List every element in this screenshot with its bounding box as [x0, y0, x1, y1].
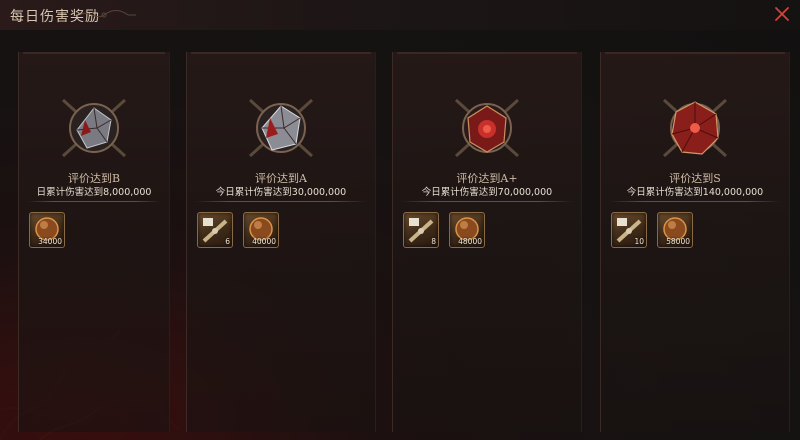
item-quantity: 34000 [38, 237, 62, 246]
crystal-emblem-s-icon [662, 98, 728, 158]
reward-item-orb[interactable]: 40000 [243, 212, 279, 248]
item-quantity: 10 [634, 237, 644, 246]
divider [195, 201, 367, 202]
reward-list: 8 48000 [403, 212, 485, 248]
requirement-text: 日累计伤害达到8,000,000 [36, 187, 152, 198]
reward-list: 6 40000 [197, 212, 279, 248]
item-quantity: 48000 [458, 237, 482, 246]
crystal-emblem-b-icon [61, 98, 127, 158]
divider [401, 201, 573, 202]
reward-tiers: 评价达到B 日累计伤害达到8,000,000 34000 评价达到A 今日累计伤… [18, 52, 792, 432]
divider [27, 201, 161, 202]
requirement-text: 今日累计伤害达到70,000,000 [421, 187, 553, 198]
tier-card-b: 评价达到B 日累计伤害达到8,000,000 34000 [18, 52, 170, 432]
reward-list: 10 58000 [611, 212, 693, 248]
item-quantity: 40000 [252, 237, 276, 246]
item-quantity: 8 [431, 237, 436, 246]
crystal-emblem-a-icon [248, 98, 314, 158]
reward-item-scroll[interactable]: 8 [403, 212, 439, 248]
reward-item-orb[interactable]: 34000 [29, 212, 65, 248]
tier-card-a-plus: 评价达到A+ 今日累计伤害达到70,000,000 8 48000 [392, 52, 582, 432]
crystal-emblem-a-plus-icon [454, 98, 520, 158]
ornament-icon [79, 10, 136, 18]
title-bar: 每日伤害奖励 [0, 0, 800, 30]
item-quantity: 6 [225, 237, 230, 246]
tier-card-s: 评价达到S 今日累计伤害达到140,000,000 10 58000 [600, 52, 790, 432]
requirement-text: 今日累计伤害达到30,000,000 [215, 187, 347, 198]
item-quantity: 58000 [666, 237, 690, 246]
reward-item-orb[interactable]: 58000 [657, 212, 693, 248]
divider [609, 201, 781, 202]
reward-item-orb[interactable]: 48000 [449, 212, 485, 248]
close-icon[interactable] [774, 6, 790, 22]
reward-item-scroll[interactable]: 6 [197, 212, 233, 248]
tier-card-a: 评价达到A 今日累计伤害达到30,000,000 6 40000 [186, 52, 376, 432]
reward-list: 34000 [29, 212, 65, 248]
reward-item-scroll[interactable]: 10 [611, 212, 647, 248]
requirement-text: 今日累计伤害达到140,000,000 [626, 187, 764, 198]
